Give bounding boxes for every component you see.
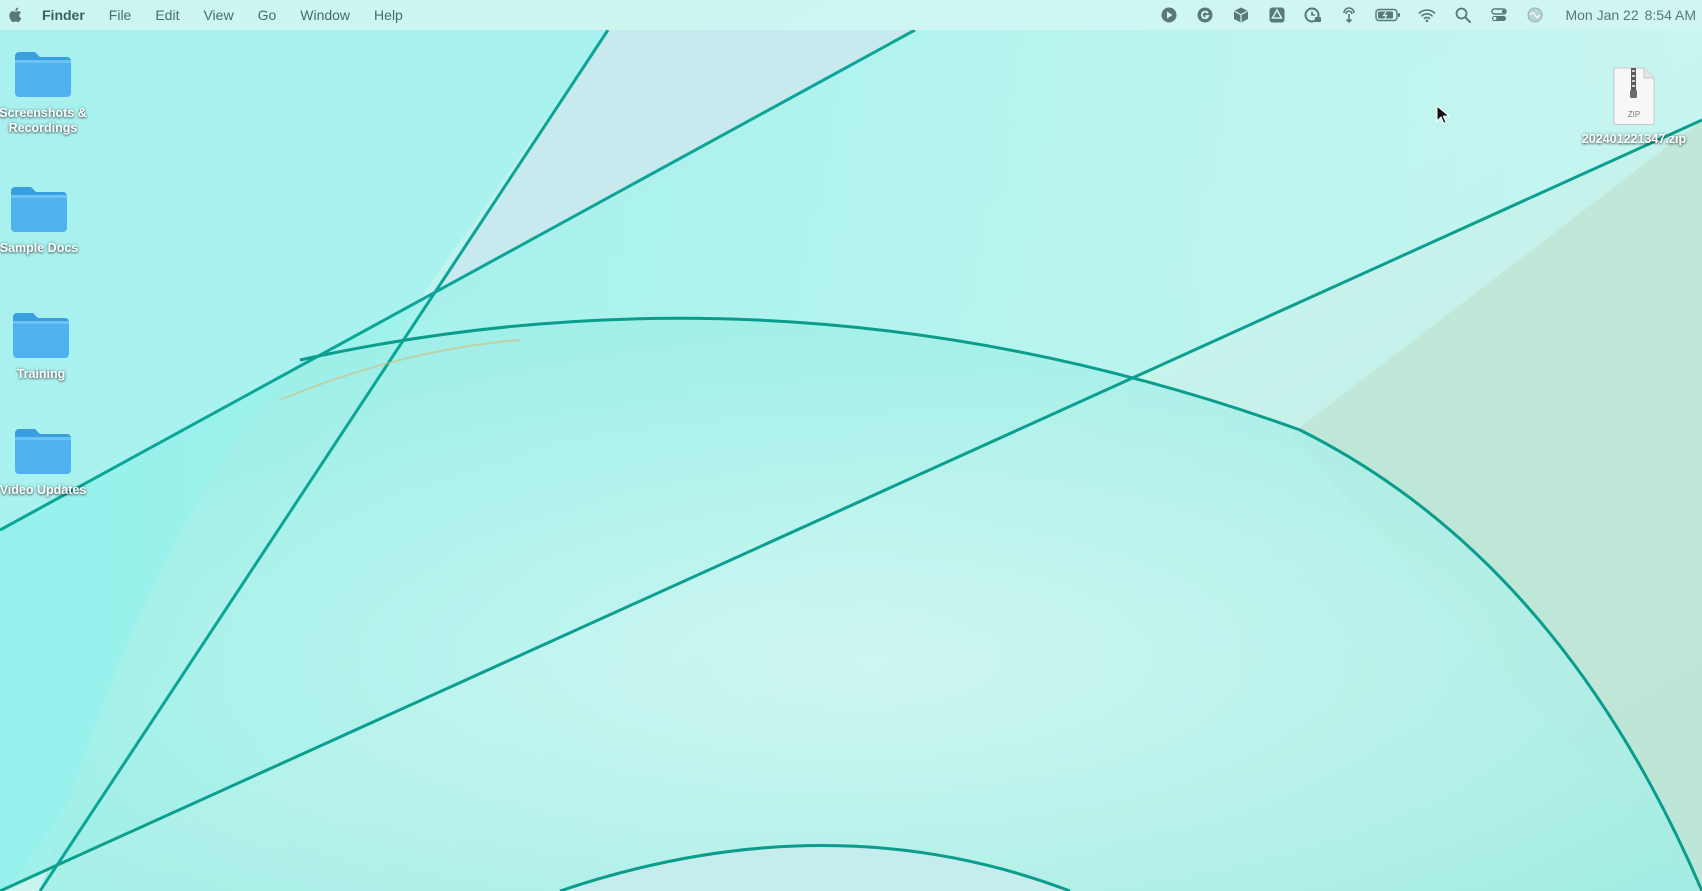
menu-edit[interactable]: Edit [155,7,179,23]
desktop-folder-sample-docs[interactable]: Sample Docs [0,183,87,256]
menu-bar-clock[interactable]: Mon Jan 22 8:54 AM [1565,7,1696,23]
menu-view[interactable]: View [203,7,233,23]
desktop-icon-label: Screenshots & Recordings [0,106,87,135]
wifi-icon[interactable] [1417,5,1437,25]
siri-icon[interactable] [1525,5,1545,25]
desktop-icon-label: Training [16,367,66,381]
apple-menu-icon[interactable] [8,6,24,24]
clock-date: Mon Jan 22 [1565,7,1639,23]
menu-bar: Finder File Edit View Go Window Help Mon… [0,0,1702,30]
desktop-folder-training[interactable]: Training [0,309,89,382]
desktop-file-zip[interactable]: ZIP 202401221347.zip [1574,66,1694,147]
mouse-cursor-icon [1436,105,1450,124]
spotlight-search-icon[interactable] [1453,5,1473,25]
grammarly-icon[interactable] [1195,5,1215,25]
google-drive-icon[interactable] [1267,5,1287,25]
battery-icon[interactable] [1375,5,1401,25]
play-circle-icon[interactable] [1159,5,1179,25]
desktop-folder-screenshots-recordings[interactable]: Screenshots & Recordings [0,48,91,136]
menu-window[interactable]: Window [300,7,350,23]
desktop-icon-label: Sample Docs [0,241,79,255]
desktop-icon-label: 202401221347.zip [1581,132,1687,146]
menu-go[interactable]: Go [258,7,277,23]
folder-icon [15,429,71,474]
timer-lock-icon[interactable] [1303,5,1323,25]
wallpaper [0,0,1702,891]
zip-file-icon: ZIP [1613,67,1655,125]
folder-icon [15,52,71,97]
menu-file[interactable]: File [109,7,132,23]
folder-icon [11,187,67,232]
clock-time: 8:54 AM [1644,7,1696,23]
desktop-folder-video-updates[interactable]: Video Updates [0,425,91,498]
menu-app-finder[interactable]: Finder [42,7,85,23]
package-box-icon[interactable] [1231,5,1251,25]
desktop-icon-label: Video Updates [0,483,87,497]
airdrop-icon[interactable] [1339,5,1359,25]
menu-help[interactable]: Help [374,7,403,23]
folder-icon [13,313,69,358]
desktop[interactable]: Finder File Edit View Go Window Help Mon… [0,0,1702,891]
control-center-icon[interactable] [1489,5,1509,25]
zip-badge: ZIP [1628,110,1640,119]
